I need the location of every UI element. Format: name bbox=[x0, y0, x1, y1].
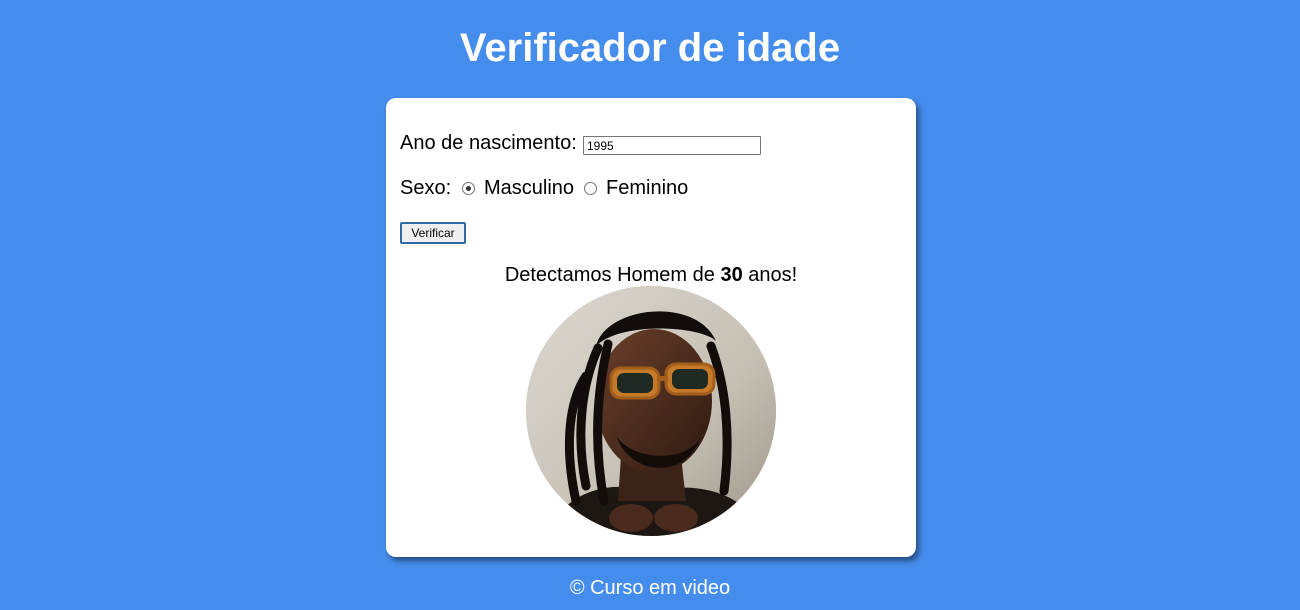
form-card: Ano de nascimento: Sexo: Masculino Femin… bbox=[386, 98, 916, 557]
result-photo bbox=[526, 286, 776, 536]
radio-masculino-label[interactable]: Masculino bbox=[484, 176, 574, 200]
year-input[interactable] bbox=[583, 136, 761, 155]
page-title: Verificador de idade bbox=[459, 26, 841, 70]
sex-label: Sexo: bbox=[400, 177, 452, 199]
footer-copyright: © Curso em video bbox=[569, 577, 731, 599]
year-label: Ano de nascimento: bbox=[400, 132, 577, 154]
result-suffix: anos! bbox=[742, 264, 798, 286]
verify-button[interactable]: Verificar bbox=[400, 222, 466, 244]
radio-feminino-label[interactable]: Feminino bbox=[606, 176, 688, 200]
result-prefix: Detectamos Homem de bbox=[504, 264, 721, 286]
person-photo-illustration bbox=[526, 286, 776, 536]
radio-feminino[interactable] bbox=[584, 182, 597, 195]
radio-masculino[interactable] bbox=[462, 182, 475, 195]
result-text: Detectamos Homem de 30 anos! bbox=[386, 263, 916, 287]
app-root: Verificador de idade Ano de nascimento: … bbox=[0, 0, 1300, 610]
result-age: 30 bbox=[720, 264, 743, 286]
